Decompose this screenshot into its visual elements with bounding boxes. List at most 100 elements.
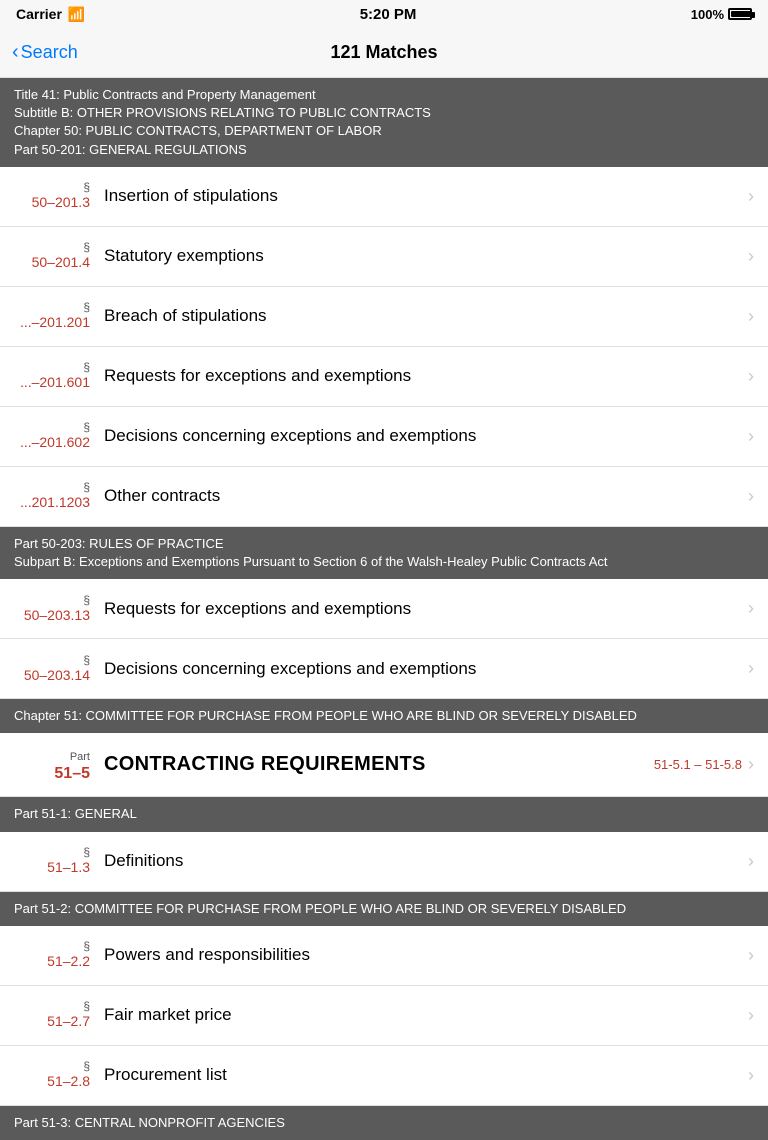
list-item[interactable]: § 51–2.7 Fair market price › [0,986,768,1046]
item-section: § 51–1.3 [14,845,104,877]
section-number: 51–1.3 [47,859,90,875]
header-line-0: Part 50-203: RULES OF PRACTICE [14,535,754,553]
item-title: Decisions concerning exceptions and exem… [104,659,476,678]
item-title: Requests for exceptions and exemptions [104,366,411,385]
list-item[interactable]: § 51–2.2 Powers and responsibilities › [0,926,768,986]
part-number: 51–5 [54,765,90,782]
chevron-right-icon: › [748,598,754,619]
chevron-right-icon: › [748,486,754,507]
item-title: Other contracts [104,486,220,505]
list-item[interactable]: § 50–203.14 Decisions concerning excepti… [0,639,768,699]
section-header-12: Part 51-1: GENERAL [0,797,768,831]
item-title: Insertion of stipulations [104,186,278,205]
chevron-right-icon: › [748,754,754,775]
back-label: Search [21,42,78,63]
section-symbol: § [14,939,90,953]
list-item[interactable]: § 51–2.8 Procurement list › [0,1046,768,1106]
chevron-right-icon: › [748,246,754,267]
back-chevron-icon: ‹ [12,41,19,64]
section-number: 51–2.8 [47,1073,90,1089]
section-symbol: § [14,420,90,434]
item-right: › [748,366,754,387]
item-content: Insertion of stipulations [104,186,748,206]
chevron-right-icon: › [748,1065,754,1086]
item-title: Decisions concerning exceptions and exem… [104,426,476,445]
item-section: § 51–2.2 [14,939,104,971]
part-item[interactable]: Part 51–5 CONTRACTING REQUIREMENTS 51-5.… [0,733,768,797]
item-content: Requests for exceptions and exemptions [104,366,748,386]
header-line-1: Subpart B: Exceptions and Exemptions Pur… [14,553,754,571]
item-right: › [748,598,754,619]
range-label: 51-5.1 – 51-5.8 [654,757,742,772]
section-symbol: § [14,480,90,494]
item-section: § ...–201.602 [14,420,104,452]
time-label: 5:20 PM [360,6,417,23]
battery-label: 100% [691,7,724,22]
item-right: › [748,486,754,507]
item-content: Decisions concerning exceptions and exem… [104,659,748,679]
section-number: 50–203.14 [24,667,90,683]
item-content: Breach of stipulations [104,306,748,326]
item-section: § ...–201.201 [14,300,104,332]
section-number: ...–201.601 [20,374,90,390]
header-line-0: Part 51-2: COMMITTEE FOR PURCHASE FROM P… [14,900,754,918]
section-symbol: § [14,999,90,1013]
list-item[interactable]: § 50–203.13 Requests for exceptions and … [0,579,768,639]
battery-info: 100% [691,7,752,22]
item-right: › [748,306,754,327]
carrier-label: Carrier [16,6,62,22]
item-content: Definitions [104,851,748,871]
item-section: § 50–203.14 [14,653,104,685]
header-line-0: Chapter 51: COMMITTEE FOR PURCHASE FROM … [14,707,754,725]
section-number: ...–201.602 [20,434,90,450]
section-symbol: § [14,180,90,194]
item-content: Powers and responsibilities [104,945,748,965]
item-right: 51-5.1 – 51-5.8 › [654,754,754,775]
list-item[interactable]: § ...201.1203 Other contracts › [0,467,768,527]
section-symbol: § [14,845,90,859]
list-item[interactable]: § ...–201.601 Requests for exceptions an… [0,347,768,407]
header-line-0: Title 41: Public Contracts and Property … [14,86,754,104]
section-symbol: § [14,653,90,667]
chevron-right-icon: › [748,658,754,679]
section-header-18: Part 51-3: CENTRAL NONPROFIT AGENCIES [0,1106,768,1140]
item-section: § 50–201.4 [14,240,104,272]
header-line-1: Subtitle B: OTHER PROVISIONS RELATING TO… [14,104,754,122]
section-symbol: § [14,360,90,374]
header-line-0: Part 51-3: CENTRAL NONPROFIT AGENCIES [14,1114,754,1132]
item-title: Definitions [104,851,183,870]
item-right: › [748,851,754,872]
section-number: 50–201.4 [32,254,90,270]
chevron-right-icon: › [748,851,754,872]
chevron-right-icon: › [748,1005,754,1026]
list-item[interactable]: § 51–1.3 Definitions › [0,832,768,892]
item-section: § 50–203.13 [14,593,104,625]
nav-title: 121 Matches [330,42,437,63]
section-number: 50–203.13 [24,607,90,623]
item-right: › [748,945,754,966]
item-right: › [748,426,754,447]
back-button[interactable]: ‹ Search [12,41,78,64]
item-right: › [748,1065,754,1086]
list-item[interactable]: § 50–201.3 Insertion of stipulations › [0,167,768,227]
item-content: Decisions concerning exceptions and exem… [104,426,748,446]
status-bar: Carrier 📶 5:20 PM 100% [0,0,768,28]
list-item[interactable]: § 50–201.4 Statutory exemptions › [0,227,768,287]
wifi-icon: 📶 [68,6,85,23]
section-number: 51–2.7 [47,1013,90,1029]
header-line-0: Part 51-1: GENERAL [14,805,754,823]
item-right: › [748,186,754,207]
section-header-10: Chapter 51: COMMITTEE FOR PURCHASE FROM … [0,699,768,733]
part-section: Part 51–5 [14,747,104,783]
section-header-7: Part 50-203: RULES OF PRACTICESubpart B:… [0,527,768,579]
section-number: ...–201.201 [20,314,90,330]
item-section: § 50–201.3 [14,180,104,212]
list-item[interactable]: § ...–201.602 Decisions concerning excep… [0,407,768,467]
item-title: Breach of stipulations [104,306,267,325]
part-label: Part [70,751,90,763]
section-number: 50–201.3 [32,194,90,210]
item-right: › [748,1005,754,1026]
item-section: § 51–2.8 [14,1059,104,1091]
list-item[interactable]: § ...–201.201 Breach of stipulations › [0,287,768,347]
item-title: Fair market price [104,1005,232,1024]
